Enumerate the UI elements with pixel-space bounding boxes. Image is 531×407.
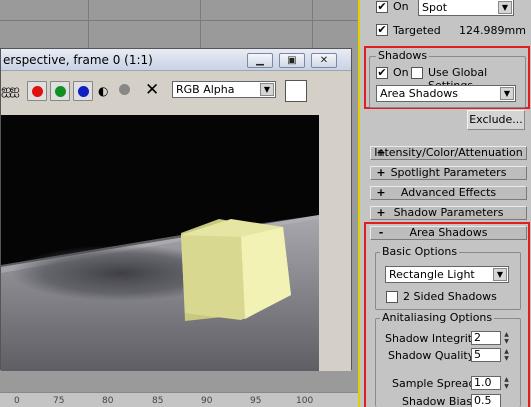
chevron-down-icon: ▼	[500, 87, 514, 100]
viewport-grid-line	[200, 0, 201, 48]
render-window-side	[319, 115, 351, 371]
timeline-ruler[interactable]: 0 75 80 85 90 95 100	[0, 392, 358, 407]
channel-dropdown[interactable]: RGB Alpha ▼	[172, 81, 276, 98]
shadows-on-label: On	[393, 66, 409, 79]
render-toolbar: ஐஐ ◐ ✕ RGB Alpha ▼	[1, 72, 351, 106]
exclude-button[interactable]: Exclude...	[467, 110, 525, 130]
expand-icon: +	[376, 166, 386, 179]
rollout-spotlight-parameters[interactable]: Spotlight Parameters +	[370, 166, 527, 180]
shadow-bias-label: Shadow Bias:	[402, 395, 476, 407]
close-icon[interactable]: ✕	[311, 53, 337, 68]
chevron-down-icon: ▼	[498, 1, 512, 14]
rollout-label: Spotlight Parameters	[390, 166, 507, 179]
channel-value: RGB Alpha	[176, 83, 235, 96]
render-window-titlebar[interactable]: erspective, frame 0 (1:1) ▁ ▣ ✕	[1, 49, 351, 71]
collapse-icon: -	[378, 226, 384, 239]
shadows-on-checkbox[interactable]: ✔	[376, 67, 388, 79]
alpha-channel-icon[interactable]	[119, 84, 130, 95]
shadow-bias-input[interactable]: 0.5	[471, 394, 501, 407]
expand-icon: +	[376, 206, 386, 219]
targeted-checkbox[interactable]: ✔	[376, 24, 388, 36]
clone-icon[interactable]: ஐஐ	[1, 83, 20, 99]
light-shape-value: Rectangle Light	[389, 268, 475, 281]
target-distance: 124.989mm	[459, 24, 526, 37]
shadow-quality-input[interactable]: 5	[471, 348, 501, 362]
light-on-checkbox[interactable]: ✔	[376, 1, 388, 13]
shadow-type-value: Area Shadows	[380, 87, 458, 100]
spinner-arrows-icon[interactable]: ▲ ▼	[502, 331, 511, 345]
light-type-dropdown[interactable]: Spot ▼	[418, 0, 514, 16]
ruler-tick-label: 95	[250, 396, 262, 406]
rendered-image	[1, 115, 319, 371]
sample-spread-label: Sample Spread:	[392, 377, 480, 390]
cube-left-face	[181, 235, 245, 319]
clear-icon[interactable]: ✕	[145, 80, 159, 100]
spinner-arrows-icon[interactable]: ▲ ▼	[502, 348, 511, 362]
render-frame-window: erspective, frame 0 (1:1) ▁ ▣ ✕ ஐஐ ◐ ✕ R…	[0, 48, 352, 371]
viewport-grid-line	[312, 0, 313, 48]
shadow-type-dropdown[interactable]: Area Shadows ▼	[376, 85, 516, 102]
red-channel-button[interactable]	[27, 81, 47, 101]
ruler-tick-label: 100	[296, 396, 314, 406]
render-window-title: erspective, frame 0 (1:1)	[3, 53, 153, 67]
rendered-scene	[1, 115, 319, 371]
two-sided-shadows-checkbox[interactable]	[386, 291, 398, 303]
color-swatch[interactable]	[285, 80, 307, 102]
blue-channel-button[interactable]	[73, 81, 93, 101]
minimize-icon[interactable]: ▁	[247, 53, 273, 68]
chevron-down-icon: ▼	[493, 268, 507, 281]
shadows-group-title: Shadows	[376, 49, 430, 62]
basic-options-title: Basic Options	[380, 245, 460, 258]
blue-channel-icon	[78, 86, 89, 97]
ruler-tick-label: 90	[201, 396, 213, 406]
chevron-down-icon: ▼	[260, 83, 274, 96]
antialiasing-options-title: Anitaliasing Options	[380, 311, 495, 324]
mono-channel-icon[interactable]: ◐	[98, 84, 108, 98]
rollout-intensity-color-attenuation[interactable]: Intensity/Color/Attenuation +	[370, 146, 527, 160]
ruler-tick-label: 80	[102, 396, 114, 406]
light-on-label: On	[393, 0, 409, 13]
viewport-grid-line	[88, 0, 89, 48]
rollout-label: Area Shadows	[409, 226, 488, 239]
rollout-label: Shadow Parameters	[393, 206, 504, 219]
rollout-advanced-effects[interactable]: Advanced Effects +	[370, 186, 527, 200]
sample-spread-input[interactable]: 1.0	[471, 376, 501, 390]
viewport-grid-line	[0, 20, 358, 21]
expand-icon: +	[376, 186, 386, 199]
ruler-tick-label: 75	[53, 396, 65, 406]
shadow-integrity-input[interactable]: 2	[471, 331, 501, 345]
green-channel-icon	[55, 86, 66, 97]
light-type-value: Spot	[422, 1, 448, 14]
shadow-quality-label: Shadow Quality:	[388, 349, 478, 362]
targeted-label: Targeted	[393, 24, 441, 37]
rollout-shadow-parameters[interactable]: Shadow Parameters +	[370, 206, 527, 220]
green-channel-button[interactable]	[50, 81, 70, 101]
rollout-area-shadows[interactable]: Area Shadows -	[370, 226, 527, 240]
ruler-tick-label: 85	[152, 396, 164, 406]
two-sided-shadows-label: 2 Sided Shadows	[403, 290, 497, 303]
light-shape-dropdown[interactable]: Rectangle Light ▼	[385, 266, 509, 283]
restore-icon[interactable]: ▣	[279, 53, 305, 68]
red-channel-icon	[32, 86, 43, 97]
rollout-label: Advanced Effects	[400, 186, 497, 199]
shadow-integrity-label: Shadow Integrity:	[385, 332, 482, 345]
spinner-arrows-icon[interactable]: ▲ ▼	[502, 376, 511, 390]
use-global-settings-checkbox[interactable]	[411, 67, 423, 79]
expand-icon: +	[376, 146, 386, 159]
rollout-label: Intensity/Color/Attenuation	[374, 146, 523, 159]
ruler-tick-label: 0	[14, 396, 20, 406]
